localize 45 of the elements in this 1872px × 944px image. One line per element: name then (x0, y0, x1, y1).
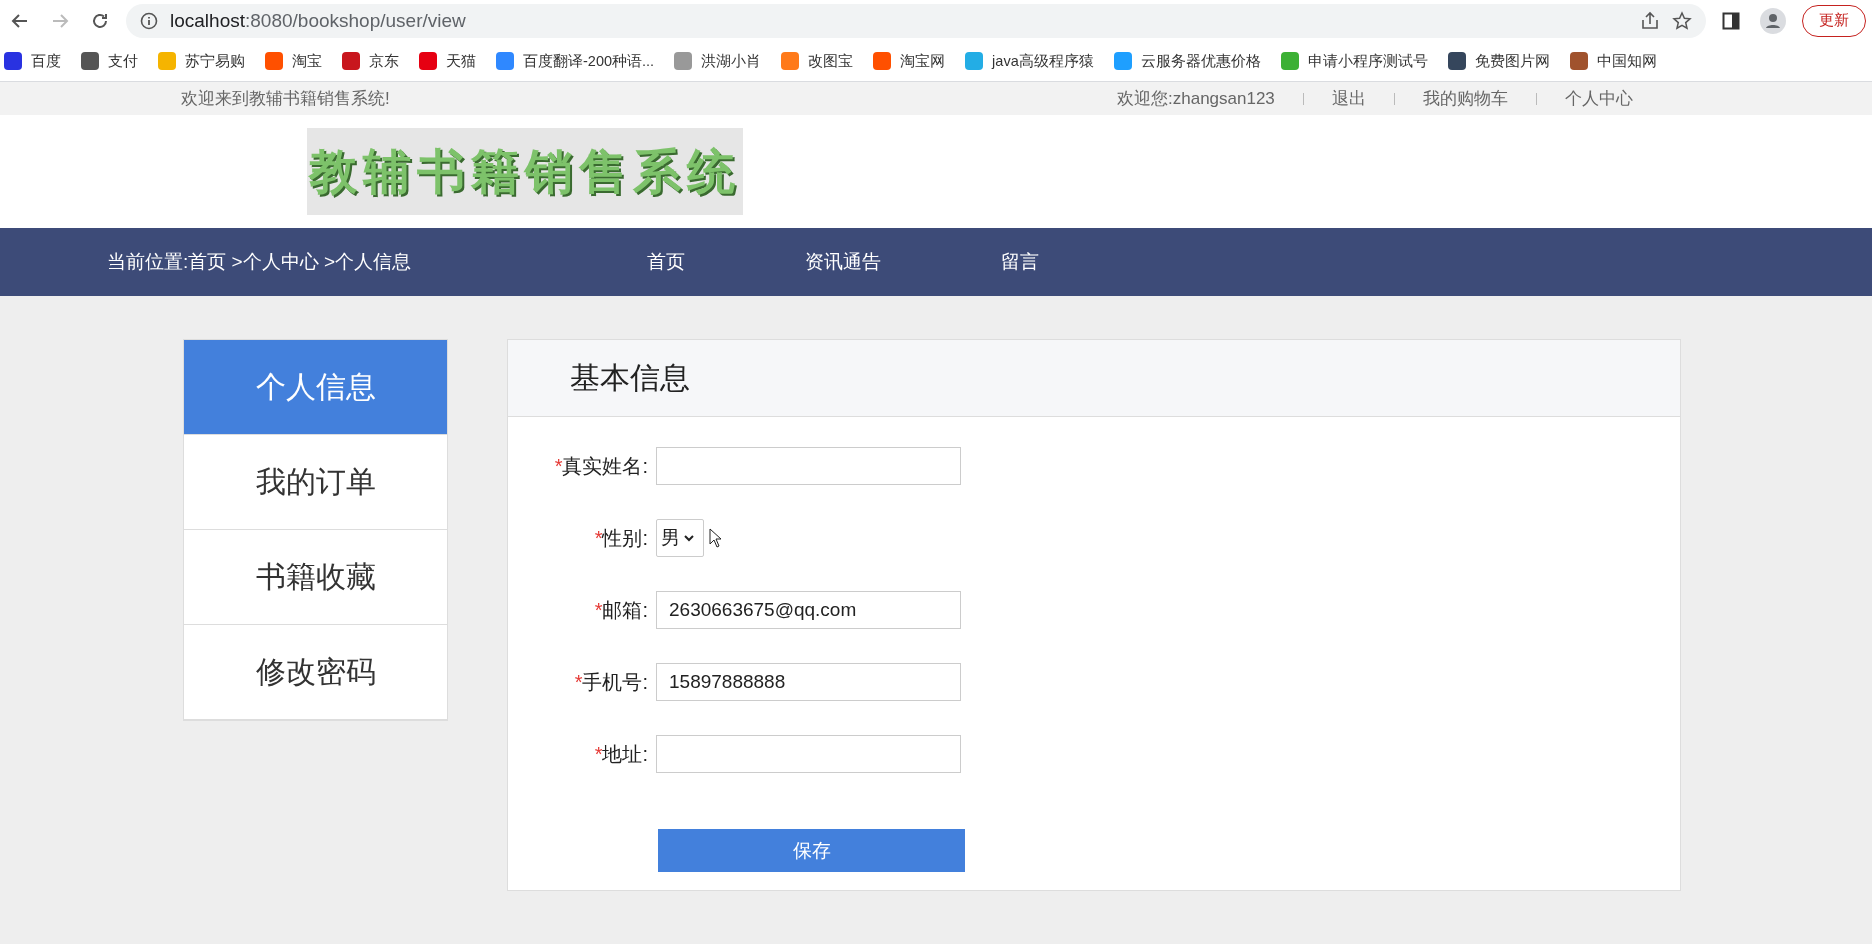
top-link[interactable]: 我的购物车 (1422, 87, 1508, 110)
save-button[interactable]: 保存 (658, 829, 965, 872)
top-link[interactable]: 个人中心 (1564, 87, 1633, 110)
input-field[interactable]: 15897888888 (656, 663, 961, 701)
field-label: *地址: (593, 741, 649, 767)
field-label: *真实姓名: (553, 453, 649, 479)
site-logo: 教辅书籍销售系统 (307, 128, 743, 215)
bookmark-link[interactable]: 支付 (81, 51, 138, 71)
bookmark-link[interactable]: 京东 (342, 51, 399, 71)
field-label: *手机号: (573, 669, 649, 695)
input-field[interactable] (656, 735, 961, 773)
info-icon (140, 11, 158, 30)
gender-select[interactable]: 男 (656, 519, 704, 557)
bookmark-link[interactable]: 百度翻译-200种语... (496, 51, 655, 71)
bookmark-link[interactable]: 淘宝网 (873, 51, 946, 71)
input-field[interactable]: 2630663675@qq.com (656, 591, 961, 629)
nav-link[interactable]: 留言 (1001, 249, 1039, 275)
top-link[interactable]: 退出 (1331, 87, 1366, 110)
bookmark-link[interactable]: 洪湖小肖 (674, 51, 762, 71)
panel-title: 基本信息 (570, 359, 690, 396)
bookmark-link[interactable]: 免费图片网 (1447, 51, 1550, 71)
bookmark-link[interactable]: 云服务器优惠价格 (1113, 51, 1261, 71)
share-icon (1640, 10, 1660, 31)
sidebar-item[interactable]: 个人信息 (184, 340, 447, 435)
bookmark-link[interactable]: 百度 (4, 51, 61, 71)
bookmark-link[interactable]: 苏宁易购 (158, 51, 245, 71)
input-field[interactable] (656, 447, 961, 485)
bookmark-link[interactable]: 天猫 (419, 51, 476, 71)
bookmark-link[interactable]: 中国知网 (1569, 51, 1657, 71)
nav-link[interactable]: 资讯通告 (805, 249, 881, 275)
address-bar[interactable]: localhost:8080/bookshop/user/view (126, 3, 1706, 38)
update-button[interactable]: 更新 (1802, 4, 1866, 37)
nav-link[interactable]: 首页 (647, 249, 685, 275)
breadcrumb: 当前位置:首页 >个人中心 >个人信息 (107, 250, 413, 274)
bookmark-link[interactable]: java高级程序猿 (965, 51, 1094, 71)
bookmark-link[interactable]: 申请小程序测试号 (1280, 51, 1428, 71)
bookmark-link[interactable]: 淘宝 (265, 51, 322, 71)
star-icon (1672, 10, 1692, 31)
welcome-text: 欢迎来到教辅书籍销售系统! (181, 88, 391, 110)
user-greeting: 欢迎您:zhangsan123 (1117, 88, 1275, 110)
field-label: *性别: (593, 525, 649, 551)
bookmark-link[interactable]: 改图宝 (781, 51, 854, 71)
field-label: *邮箱: (593, 597, 649, 623)
url-text: localhost:8080/bookshop/user/view (170, 9, 466, 32)
mouse-cursor-icon (709, 528, 723, 548)
